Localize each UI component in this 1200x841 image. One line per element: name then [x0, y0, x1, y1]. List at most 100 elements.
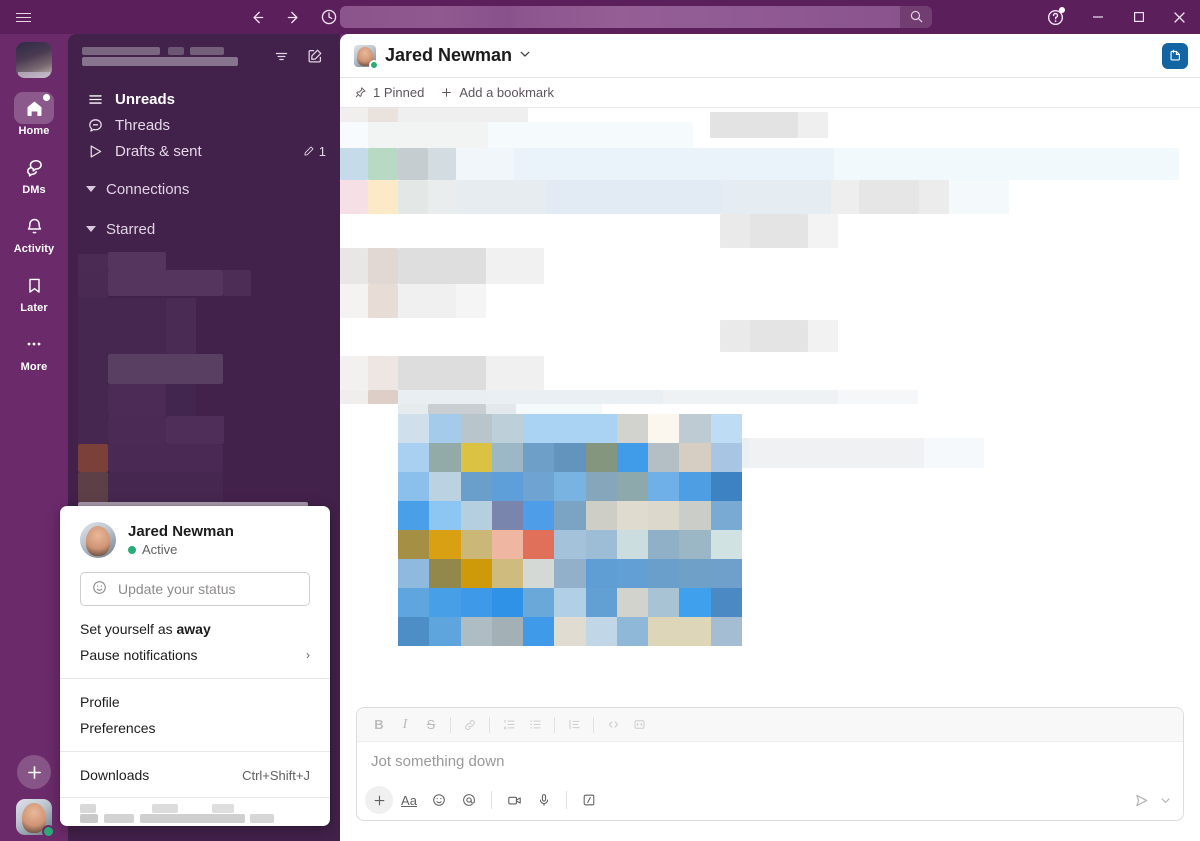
pinned-items-button[interactable]: 1 Pinned — [354, 85, 424, 100]
search-icon — [909, 9, 924, 24]
signout-item-redacted[interactable] — [60, 798, 330, 826]
away-bold: away — [177, 621, 211, 637]
link-button[interactable] — [458, 713, 482, 737]
sidebar-item-threads[interactable]: Threads — [68, 112, 340, 138]
drafts-count: 1 — [319, 144, 326, 159]
send-group — [1127, 786, 1173, 814]
preferences-item[interactable]: Preferences — [60, 715, 330, 741]
send-button[interactable] — [1127, 786, 1155, 814]
sidebar-conversation-list-redacted[interactable] — [68, 248, 340, 518]
video-clip-button[interactable] — [500, 786, 528, 814]
search-input[interactable]: Search — [340, 6, 932, 28]
history-clock-icon[interactable] — [318, 6, 340, 28]
search-redacted-text — [340, 6, 900, 28]
send-options-chevron-icon[interactable] — [1157, 786, 1173, 814]
chevron-right-icon: › — [306, 648, 310, 662]
pin-icon — [354, 86, 367, 99]
mention-button[interactable] — [455, 786, 483, 814]
user-avatar-button[interactable] — [16, 799, 52, 835]
audio-clip-button[interactable] — [530, 786, 558, 814]
formatting-toggle-button[interactable]: Aa — [395, 786, 423, 814]
maximize-button[interactable] — [1118, 0, 1159, 34]
add-bookmark-button[interactable]: Add a bookmark — [440, 85, 554, 100]
bold-button[interactable]: B — [367, 713, 391, 737]
code-block-button[interactable] — [627, 713, 651, 737]
rail-item-label: Later — [20, 302, 47, 314]
drafts-count-group: 1 — [303, 144, 326, 159]
user-name: Jared Newman — [128, 523, 234, 540]
rail-item-dms[interactable]: DMs — [4, 151, 64, 196]
chevron-down-icon[interactable] — [519, 48, 531, 63]
conversation-header: Jared Newman — [340, 34, 1200, 78]
user-menu-popup: Jared Newman Active Update your status S… — [60, 506, 330, 826]
message-placeholder: Jot something down — [371, 753, 504, 770]
sidebar-section-starred[interactable]: Starred — [68, 214, 340, 244]
update-status-input[interactable]: Update your status — [80, 572, 310, 606]
sidebar-item-unreads[interactable]: Unreads — [68, 86, 340, 112]
close-button[interactable] — [1159, 0, 1200, 34]
window-controls — [1033, 0, 1200, 34]
downloads-item[interactable]: Downloads Ctrl+Shift+J — [60, 762, 330, 788]
profile-item[interactable]: Profile — [60, 689, 330, 715]
pause-notifications-label: Pause notifications — [80, 647, 198, 663]
smiley-icon — [91, 579, 108, 599]
rail-item-label: Activity — [14, 243, 55, 255]
emoji-button[interactable] — [425, 786, 453, 814]
pinned-label: 1 Pinned — [373, 85, 424, 100]
conversation-avatar[interactable] — [354, 45, 376, 67]
pencil-icon — [303, 145, 315, 157]
set-away-item[interactable]: Set yourself as away — [60, 616, 330, 642]
rail-item-label: Home — [19, 125, 50, 137]
forward-icon[interactable] — [282, 6, 304, 28]
rail-bottom-group — [0, 755, 68, 835]
toolbar-divider — [489, 717, 490, 733]
workspace-switcher-icon[interactable] — [16, 42, 52, 78]
pause-notifications-item[interactable]: Pause notifications › — [60, 642, 330, 668]
presence-dot — [128, 546, 136, 554]
presence-indicator — [369, 60, 379, 70]
sidebar-quick-links: Unreads Threads Drafts & sent 1 — [68, 78, 340, 164]
help-badge-dot — [1059, 7, 1065, 13]
italic-button[interactable]: I — [393, 713, 417, 737]
back-icon[interactable] — [246, 6, 268, 28]
main-menu-button[interactable] — [0, 0, 46, 34]
code-button[interactable] — [601, 713, 625, 737]
minimize-button[interactable] — [1077, 0, 1118, 34]
message-composer: B I S — [356, 707, 1184, 821]
message-list-redacted[interactable] — [340, 108, 1200, 740]
actions-divider — [566, 791, 567, 809]
slash-command-button[interactable] — [575, 786, 603, 814]
set-away-label: Set yourself as away — [80, 621, 211, 637]
blockquote-button[interactable] — [562, 713, 586, 737]
filter-conversations-icon[interactable] — [268, 43, 294, 69]
conversation-title[interactable]: Jared Newman — [385, 45, 512, 66]
rail-item-later[interactable]: Later — [4, 269, 64, 314]
ellipsis-icon — [14, 328, 54, 360]
sidebar-section-label: Starred — [106, 221, 155, 238]
message-input[interactable]: Jot something down — [357, 742, 1183, 780]
help-button[interactable] — [1033, 0, 1077, 34]
sidebar-section-connections[interactable]: Connections — [68, 174, 340, 204]
actions-divider — [491, 791, 492, 809]
rail-item-more[interactable]: More — [4, 328, 64, 373]
bookmark-icon — [14, 269, 54, 301]
home-badge-dot — [43, 94, 50, 101]
rail-item-label: DMs — [22, 184, 46, 196]
drafts-icon — [86, 142, 104, 160]
home-icon — [14, 92, 54, 124]
preferences-label: Preferences — [80, 720, 155, 736]
sidebar-item-drafts-sent[interactable]: Drafts & sent 1 — [68, 138, 340, 164]
attach-button[interactable] — [365, 786, 393, 814]
bulleted-list-button[interactable] — [523, 713, 547, 737]
unreads-icon — [86, 90, 104, 108]
compose-message-icon[interactable] — [302, 43, 328, 69]
workspace-name-redacted[interactable] — [82, 45, 260, 67]
user-menu-header[interactable]: Jared Newman Active — [60, 506, 330, 568]
rail-item-activity[interactable]: Activity — [4, 210, 64, 255]
new-item-button[interactable] — [17, 755, 51, 789]
strikethrough-button[interactable]: S — [419, 713, 443, 737]
image-attachment-redacted[interactable] — [398, 414, 742, 646]
new-canvas-button[interactable] — [1162, 43, 1188, 69]
ordered-list-button[interactable] — [497, 713, 521, 737]
rail-item-home[interactable]: Home — [4, 92, 64, 137]
